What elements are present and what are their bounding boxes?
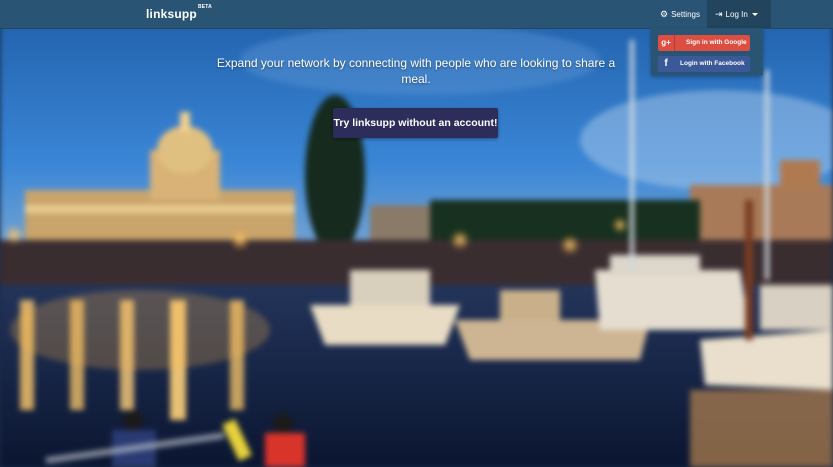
google-signin-label: Sign in with Google	[686, 39, 747, 46]
gear-icon: ⚙	[660, 9, 669, 19]
settings-label: Settings	[671, 10, 700, 19]
login-dropdown-toggle[interactable]: ⇥ Log In	[707, 0, 771, 28]
beta-badge: BETA	[197, 4, 212, 10]
brand-name: linksupp	[146, 7, 197, 21]
hero-tagline: Expand your network by connecting with p…	[216, 56, 616, 86]
facebook-icon: f	[664, 58, 668, 69]
try-without-account-button[interactable]: Try linksupp without an account!	[333, 108, 498, 138]
sign-in-icon: ⇥	[715, 9, 723, 19]
login-dropdown-menu: g+ Sign in with Google f Login with Face…	[651, 28, 763, 75]
login-label: Log In	[725, 10, 748, 19]
settings-link[interactable]: ⚙ Settings	[652, 0, 708, 28]
top-navbar: linksuppBETA ⚙ Settings ⇥ Log In	[0, 0, 833, 29]
google-signin-button[interactable]: g+ Sign in with Google	[658, 35, 750, 51]
google-plus-icon: g+	[658, 35, 675, 51]
caret-down-icon	[751, 13, 758, 17]
facebook-login-button[interactable]: f Login with Facebook	[658, 56, 750, 72]
brand-logo[interactable]: linksuppBETA	[146, 4, 212, 21]
facebook-login-label: Login with Facebook	[680, 60, 745, 67]
